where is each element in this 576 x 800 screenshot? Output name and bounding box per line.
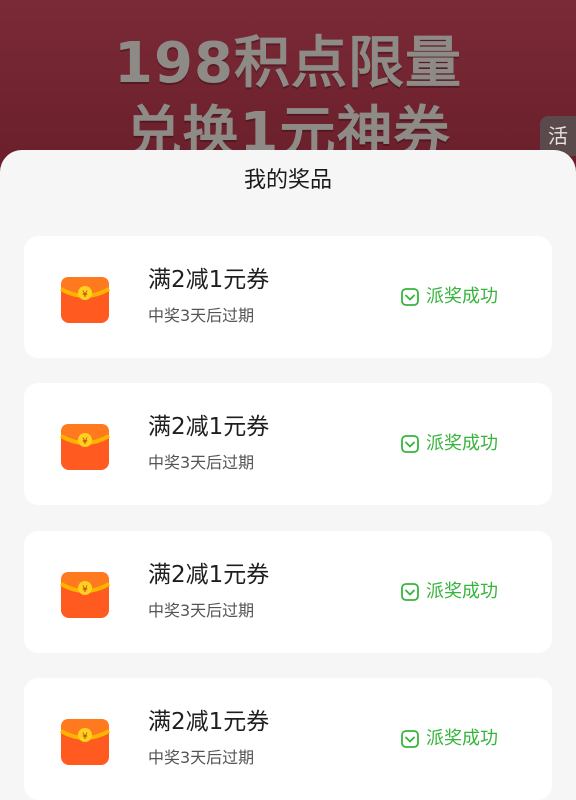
prize-expiry: 中奖3天后过期 [148,601,255,620]
prize-expiry: 中奖3天后过期 [148,306,255,325]
status-label: 派奖成功 [426,728,498,749]
prize-card[interactable]: ¥ 满2减1元券 中奖3天后过期 派奖成功 [24,678,552,800]
prize-status: 派奖成功 [400,284,498,310]
sheet-title: 我的奖品 [243,168,332,193]
prize-title: 满2减1元券 [148,267,270,293]
prize-status: 派奖成功 [400,431,498,457]
prize-title: 满2减1元券 [148,709,270,735]
shield-check-icon [401,288,419,306]
red-envelope-icon: ¥ [59,424,111,470]
red-envelope-icon: ¥ [59,572,111,618]
red-envelope-icon: ¥ [59,719,111,765]
shield-check-icon [401,435,419,453]
prize-title: 满2减1元券 [148,562,270,588]
prize-card[interactable]: ¥ 满2减1元券 中奖3天后过期 派奖成功 [24,383,552,505]
status-label: 派奖成功 [426,286,498,307]
prize-status: 派奖成功 [400,579,498,605]
prize-expiry: 中奖3天后过期 [148,453,255,472]
currency-symbol: ¥ [82,732,88,742]
status-label: 派奖成功 [426,433,498,454]
promo-banner: 198积点限量 兑换1元神券 活 [0,0,576,170]
prize-expiry: 中奖3天后过期 [148,748,255,767]
status-label: 派奖成功 [426,581,498,602]
shield-check-icon [401,730,419,748]
currency-symbol: ¥ [82,437,88,447]
prize-card[interactable]: ¥ 满2减1元券 中奖3天后过期 派奖成功 [24,236,552,358]
currency-symbol: ¥ [82,290,88,300]
shield-check-icon [401,583,419,601]
prize-status: 派奖成功 [400,726,498,752]
my-prizes-sheet: 我的奖品 ¥ 满2减1元券 中奖3天后过期 派奖成功 ¥ 满2减1元券 中奖3天… [0,150,576,800]
prize-card[interactable]: ¥ 满2减1元券 中奖3天后过期 派奖成功 [24,531,552,653]
currency-symbol: ¥ [82,585,88,595]
prize-title: 满2减1元券 [148,414,270,440]
red-envelope-icon: ¥ [59,277,111,323]
banner-headline-line1: 198积点限量 [114,31,462,96]
